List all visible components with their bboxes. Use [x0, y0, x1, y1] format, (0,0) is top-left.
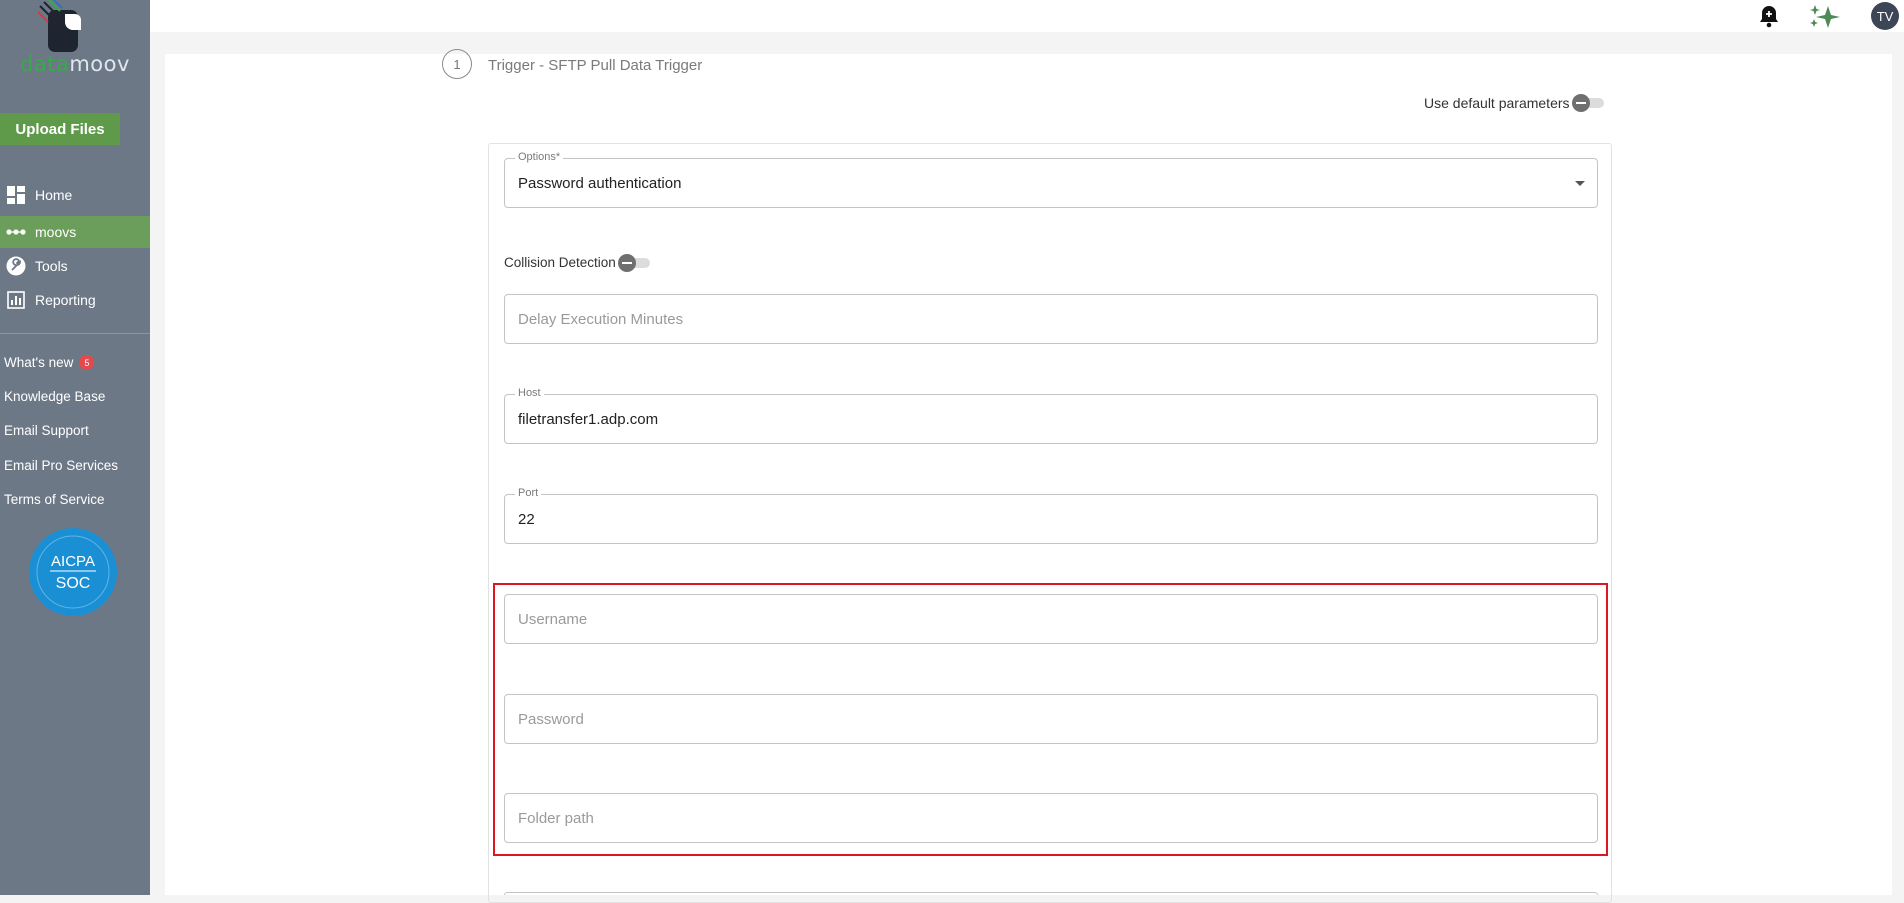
aicpa-soc-badge: AICPA SOC — [28, 527, 118, 622]
port-legend: Port — [515, 487, 542, 499]
link-knowledge-base[interactable]: Knowledge Base — [4, 389, 105, 404]
username-placeholder: Username — [518, 611, 588, 628]
bell-plus-icon[interactable] — [1758, 4, 1780, 33]
logo-text: datamoov — [20, 52, 130, 76]
port-input[interactable]: Port 22 — [504, 487, 1598, 544]
sidebar-divider — [0, 333, 150, 334]
link-email-support[interactable]: Email Support — [4, 423, 89, 438]
top-bar — [150, 0, 1904, 32]
delay-placeholder: Delay Execution Minutes — [518, 311, 684, 328]
default-params-label: Use default parameters — [1424, 95, 1570, 111]
link-email-pro-services[interactable]: Email Pro Services — [4, 458, 118, 473]
default-params-toggle[interactable] — [1571, 94, 1606, 112]
collision-detection-label: Collision Detection — [504, 255, 616, 270]
default-params-row: Use default parameters — [1424, 94, 1606, 112]
password-input[interactable]: Password — [504, 694, 1598, 744]
step-number: 1 — [442, 49, 472, 79]
options-value: Password authentication — [518, 175, 682, 192]
link-terms-of-service[interactable]: Terms of Service — [4, 492, 105, 507]
host-legend: Host — [515, 387, 544, 399]
bar-chart-icon — [6, 290, 26, 310]
sidebar: datamoov Upload Files Home moovs Tools R… — [0, 0, 150, 895]
user-avatar[interactable]: TV — [1871, 2, 1899, 30]
nav-label: Reporting — [35, 292, 96, 308]
link-label: What's new — [4, 355, 74, 370]
sparkle-icon[interactable] — [1808, 4, 1842, 35]
nav-item-tools[interactable]: Tools — [0, 250, 150, 282]
wrench-icon — [6, 256, 26, 276]
dropdown-caret-icon — [1575, 181, 1585, 186]
port-value: 22 — [518, 511, 535, 528]
upload-files-button[interactable]: Upload Files — [0, 113, 120, 145]
nav-item-reporting[interactable]: Reporting — [0, 284, 150, 316]
options-select[interactable]: Options* Password authentication — [504, 151, 1598, 208]
collision-detection-row: Collision Detection — [504, 253, 652, 272]
folder-path-placeholder: Folder path — [518, 810, 594, 827]
nav-item-home[interactable]: Home — [0, 179, 150, 211]
step-title: Trigger - SFTP Pull Data Trigger — [488, 57, 703, 74]
nav-label: Tools — [35, 258, 68, 274]
link-whats-new[interactable]: What's new 5 — [4, 355, 95, 370]
datamoov-logo[interactable]: datamoov — [0, 0, 150, 78]
options-legend: Options* — [515, 151, 564, 163]
svg-text:AICPA: AICPA — [51, 553, 95, 570]
nav-label: Home — [35, 187, 73, 203]
host-input[interactable]: Host filetransfer1.adp.com — [504, 387, 1598, 444]
username-input[interactable]: Username — [504, 594, 1598, 644]
logo-mark-icon — [38, 0, 81, 52]
dashboard-icon — [6, 185, 26, 205]
password-placeholder: Password — [518, 711, 584, 728]
collision-detection-toggle[interactable] — [617, 253, 652, 272]
delay-minutes-input[interactable]: Delay Execution Minutes — [504, 294, 1598, 344]
nav-item-moovs[interactable]: moovs — [0, 216, 150, 248]
nav-label: moovs — [35, 224, 77, 240]
notification-badge: 5 — [79, 355, 95, 370]
folder-path-input[interactable]: Folder path — [504, 793, 1598, 843]
dots-icon — [6, 222, 26, 242]
svg-text:SOC: SOC — [56, 575, 91, 592]
host-value: filetransfer1.adp.com — [518, 411, 659, 428]
